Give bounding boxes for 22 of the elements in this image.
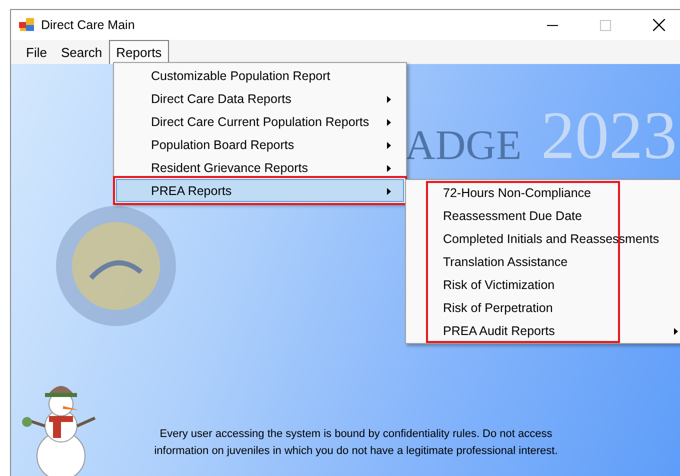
menu-item[interactable]: Population Board Reports — [116, 133, 404, 156]
window-title: Direct Care Main — [41, 18, 135, 32]
app-icon — [19, 18, 35, 32]
menu-item[interactable]: Customizable Population Report — [116, 64, 404, 87]
menu-item[interactable]: Reassessment Due Date — [408, 204, 680, 227]
close-icon[interactable] — [653, 19, 665, 31]
menu-item[interactable]: Risk of Perpetration — [408, 296, 680, 319]
menu-bar-item[interactable]: File — [19, 40, 54, 64]
menu-item[interactable]: PREA Audit Reports — [408, 319, 680, 342]
minimize-icon[interactable] — [547, 24, 558, 26]
menu-item[interactable]: 72-Hours Non-Compliance — [408, 181, 680, 204]
maximize-icon — [600, 20, 611, 30]
menu-item[interactable]: Translation Assistance — [408, 250, 680, 273]
confidentiality-notice: Every user accessing the system is bound by confidentiality rules. Do not access information on juveniles in which you do not have a legitimate professional interest. — [153, 427, 559, 459]
menu-item[interactable]: Direct Care Current Population Reports — [116, 110, 404, 133]
menu-bar-item[interactable]: Search — [54, 40, 110, 64]
menu-item[interactable]: Risk of Victimization — [408, 273, 680, 296]
year-text: 2023 — [541, 96, 677, 175]
menu-item[interactable]: Resident Grievance Reports — [116, 156, 404, 179]
menu-item[interactable]: PREA Reports — [116, 179, 404, 202]
menu-item[interactable]: Direct Care Data Reports — [116, 87, 404, 110]
menu-bar-item[interactable]: Reports — [109, 40, 169, 64]
